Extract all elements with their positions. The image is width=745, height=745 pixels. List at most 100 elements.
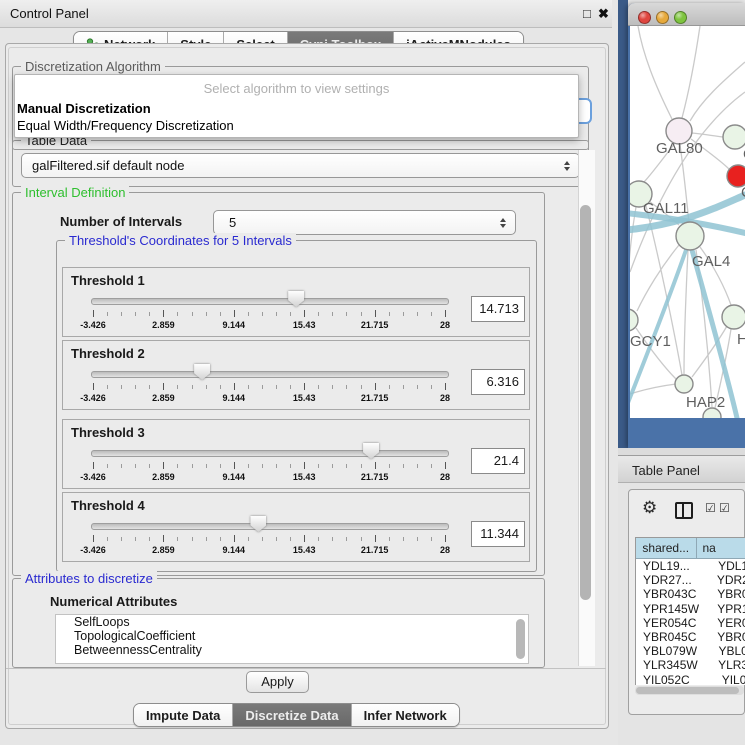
network-edge[interactable] [682, 26, 700, 118]
network-node-gcy1[interactable] [630, 309, 638, 331]
apply-button[interactable]: Apply [246, 671, 309, 693]
network-node-hap2[interactable] [675, 375, 693, 393]
cell-shared-name[interactable]: YBR045C [636, 630, 711, 644]
attributes-legend: Attributes to discretize [21, 571, 157, 586]
slider-tick [248, 464, 249, 468]
network-edge[interactable] [684, 250, 688, 374]
cell-shared-name[interactable]: YIL052C [636, 673, 716, 686]
cell-name[interactable]: YPR1 [711, 602, 745, 616]
cell-name[interactable]: YBR0 [711, 630, 745, 644]
algorithm-option-2[interactable]: Equal Width/Frequency Discretization [17, 118, 234, 134]
attributes-scrollbar-thumb[interactable] [516, 619, 525, 659]
close-icon[interactable]: ✖ [598, 6, 609, 22]
table-row[interactable]: YBR043CYBR0 [636, 587, 745, 601]
network-node-ga[interactable] [723, 125, 745, 149]
network-node-gal4[interactable] [676, 222, 704, 250]
cell-name[interactable]: YLR3 [712, 658, 745, 672]
column-header-name[interactable]: na [697, 538, 745, 558]
cell-name[interactable]: YDR2 [711, 573, 745, 587]
number-of-intervals-combobox[interactable]: 5 [213, 210, 516, 235]
combo-spinner-icon [496, 218, 510, 228]
table-data-combobox[interactable]: galFiltered.sif default node [21, 153, 580, 178]
column-header-shared-name[interactable]: shared... [636, 538, 697, 558]
network-window-titlebar[interactable] [628, 3, 745, 26]
table-row[interactable]: YDL19...YDL1 [636, 559, 745, 573]
threshold-slider-track[interactable] [91, 523, 449, 530]
slider-tick [177, 385, 178, 389]
threshold-value-field[interactable]: 21.4 [471, 448, 525, 474]
threshold-value-field[interactable]: 6.316 [471, 369, 525, 395]
cell-name[interactable]: YBL0 [713, 644, 745, 658]
cell-name[interactable]: YER0 [711, 616, 745, 630]
split-columns-icon[interactable] [675, 502, 693, 519]
tab-discretize-data[interactable]: Discretize Data [233, 704, 351, 726]
tab-impute-data[interactable]: Impute Data [134, 704, 233, 726]
checkbox-icon[interactable]: ☑ [719, 502, 730, 514]
slider-tick-label: -3.426 [80, 320, 106, 330]
threshold-slider-thumb[interactable] [363, 443, 379, 459]
cell-shared-name[interactable]: YBR043C [636, 587, 711, 601]
minimize-traffic-light[interactable] [656, 11, 669, 24]
slider-tick [234, 462, 235, 469]
network-edge[interactable] [630, 384, 676, 398]
slider-tick [403, 537, 404, 541]
cell-name[interactable]: YBR0 [711, 587, 745, 601]
network-edge[interactable] [638, 26, 672, 119]
slider-tick [361, 385, 362, 389]
slider-tick [220, 464, 221, 468]
settings-scrollbar-thumb[interactable] [580, 205, 591, 600]
cell-shared-name[interactable]: YER054C [636, 616, 711, 630]
threshold-slider-track[interactable] [91, 371, 449, 378]
thresholds-legend: Threshold's Coordinates for 5 Intervals [65, 233, 296, 248]
network-node-h[interactable] [722, 305, 745, 329]
numerical-attributes-list[interactable]: SelfLoopsTopologicalCoefficientBetweenne… [55, 614, 529, 664]
slider-tick [262, 537, 263, 541]
threshold-slider-track[interactable] [91, 450, 449, 457]
attribute-list-item[interactable]: BetweennessCentrality [56, 643, 528, 657]
network-edge[interactable] [692, 133, 723, 137]
threshold-value-field[interactable]: 14.713 [471, 296, 525, 322]
threshold-value-field[interactable]: 11.344 [471, 521, 525, 547]
threshold-slider-thumb[interactable] [194, 364, 210, 380]
slider-tick-label: 21.715 [361, 472, 389, 482]
algorithm-option-1[interactable]: Manual Discretization [17, 101, 151, 117]
cell-name[interactable]: YIL0 [716, 673, 745, 686]
network-edge[interactable] [690, 62, 745, 121]
table-row[interactable]: YPR145WYPR1 [636, 602, 745, 616]
table-hscrollbar-thumb[interactable] [636, 687, 739, 694]
tab-infer-network[interactable]: Infer Network [352, 704, 459, 726]
table-row[interactable]: YBL079WYBL0 [636, 644, 745, 658]
table-row[interactable]: YIL052CYIL0 [636, 673, 745, 686]
slider-tick-label: 9.144 [223, 472, 246, 482]
cell-shared-name[interactable]: YLR345W [636, 658, 712, 672]
close-traffic-light[interactable] [638, 11, 651, 24]
slider-tick [262, 312, 263, 316]
cell-shared-name[interactable]: YDR27... [636, 573, 711, 587]
threshold-slider-track[interactable] [91, 298, 449, 305]
gear-icon[interactable]: ⚙ [642, 499, 657, 516]
cell-shared-name[interactable]: YPR145W [636, 602, 711, 616]
threshold-slider-thumb[interactable] [288, 291, 304, 307]
table-header-row: shared... na [636, 538, 745, 559]
threshold-slider-thumb[interactable] [250, 516, 266, 532]
table-row[interactable]: YLR345WYLR3 [636, 658, 745, 672]
table-row[interactable]: YDR27...YDR2 [636, 573, 745, 587]
slider-tick [290, 312, 291, 316]
float-icon[interactable]: □ [583, 6, 591, 21]
cell-shared-name[interactable]: YBL079W [636, 644, 713, 658]
network-canvas[interactable]: GAL80GACGAL11GAL4GCY1HHAP2 [630, 26, 745, 418]
zoom-traffic-light[interactable] [674, 11, 687, 24]
slider-tick-label: 15.43 [293, 472, 316, 482]
slider-tick-label: 9.144 [223, 545, 246, 555]
attribute-list-item[interactable]: TopologicalCoefficient [56, 629, 528, 643]
discretization-algorithm-legend: Discretization Algorithm [21, 59, 165, 74]
checkbox-icon[interactable]: ☑ [705, 502, 716, 514]
table-row[interactable]: YBR045CYBR0 [636, 630, 745, 644]
cell-name[interactable]: YDL1 [712, 559, 745, 573]
slider-tick [304, 310, 305, 317]
node-attribute-table[interactable]: shared... na YDL19...YDL1YDR27...YDR2YBR… [635, 537, 745, 685]
table-row[interactable]: YER054CYER0 [636, 616, 745, 630]
cell-shared-name[interactable]: YDL19... [636, 559, 712, 573]
table-hscrollbar-track[interactable] [635, 686, 744, 695]
attribute-list-item[interactable]: SelfLoops [56, 615, 528, 629]
